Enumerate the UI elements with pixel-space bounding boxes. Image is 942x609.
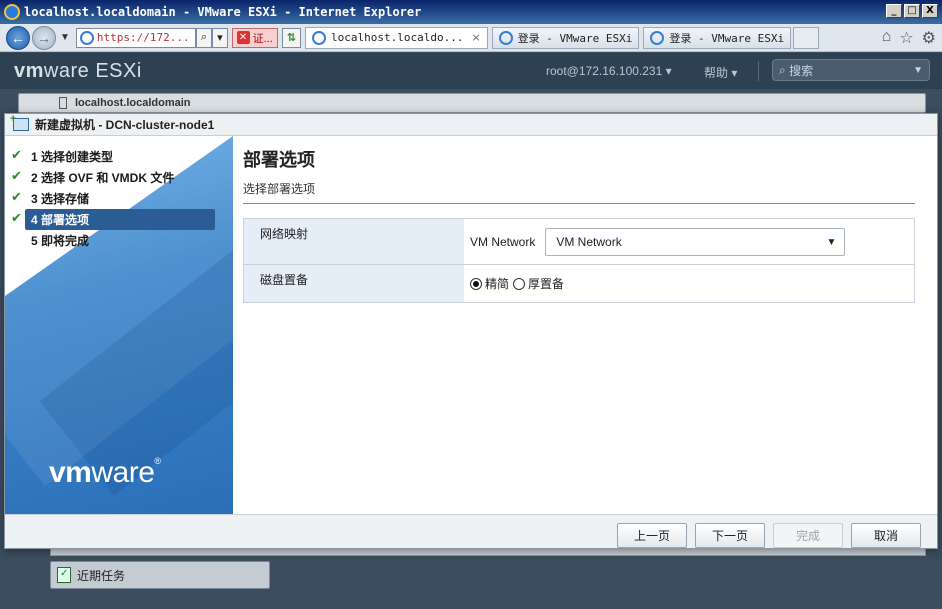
wizard-content-header: 部署选项 选择部署选项	[243, 146, 915, 204]
check-icon: ✔	[11, 189, 22, 204]
cancel-button[interactable]: 取消	[851, 523, 921, 548]
forward-arrow-icon[interactable]: →	[32, 25, 56, 50]
window-title: localhost.localdomain - VMware ESXi - In…	[24, 5, 422, 19]
certificate-label: 证...	[252, 32, 273, 45]
dialog-titlebar: 新建虚拟机 - DCN-cluster-node1	[5, 113, 937, 136]
tasks-clipboard-icon	[57, 567, 71, 583]
step-ready-to-complete[interactable]: 5 即将完成	[5, 230, 233, 251]
minimize-button[interactable]: _	[886, 4, 902, 18]
address-dropdown-icon[interactable]: ▾	[212, 27, 228, 48]
new-vm-wizard-dialog: 新建虚拟机 - DCN-cluster-node1 ✔ 1 选择创建类型 ✔ 2…	[4, 113, 938, 549]
certificate-error-button[interactable]: ✕ 证...	[231, 27, 278, 48]
dialog-title: 新建虚拟机 - DCN-cluster-node1	[35, 118, 215, 132]
help-menu[interactable]: 帮助 ▾	[704, 64, 737, 81]
esxi-search-input[interactable]: ⌕ 搜索 ▼	[772, 59, 930, 81]
recent-tasks-tab[interactable]: 近期任务	[50, 561, 270, 589]
window-controls: _ □ X	[886, 4, 938, 18]
tools-gear-icon[interactable]: ⚙	[922, 28, 936, 48]
error-icon: ✕	[236, 31, 250, 44]
tab-page-icon	[650, 30, 665, 45]
network-selected-value: VM Network	[556, 234, 622, 249]
disk-provisioning-value: 精简 厚置备	[464, 265, 914, 302]
home-icon[interactable]: ⌂	[882, 28, 892, 48]
wizard-steps: ✔ 1 选择创建类型 ✔ 2 选择 OVF 和 VMDK 文件 ✔ 3 选择存储…	[5, 146, 233, 251]
network-mapping-row: 网络映射 VM Network VM Network ▼	[244, 219, 914, 265]
check-icon: ✔	[11, 168, 22, 183]
host-name: localhost.localdomain	[75, 97, 191, 109]
search-dropdown-icon[interactable]: ▼	[913, 65, 923, 76]
page-icon	[79, 30, 94, 45]
tab-page-icon	[312, 30, 326, 45]
source-network-label: VM Network	[470, 234, 536, 249]
check-icon: ✔	[11, 147, 22, 162]
vmware-logo: vmware®	[49, 456, 161, 489]
tab-label: localhost.localdo...	[331, 31, 464, 44]
window-titlebar: localhost.localdomain - VMware ESXi - In…	[0, 0, 942, 24]
wizard-sidebar: ✔ 1 选择创建类型 ✔ 2 选择 OVF 和 VMDK 文件 ✔ 3 选择存储…	[5, 136, 233, 514]
address-bar[interactable]: https://172...	[75, 27, 196, 48]
tab-login-2[interactable]: 登录 - VMware ESXi	[643, 26, 792, 49]
address-text: https://172...	[96, 31, 190, 44]
refresh-icon[interactable]: ⇅	[281, 27, 301, 48]
disk-provisioning-label: 磁盘置备	[244, 265, 464, 302]
esxi-header: vmware ESXi root@172.16.100.231 ▾ 帮助 ▾ ⌕…	[0, 53, 942, 89]
page-subtitle: 选择部署选项	[243, 180, 915, 204]
ie-icon	[4, 4, 20, 20]
browser-toolbar: ← → ▼ https://172... ⌕ ▾ ✕ 证... ⇅ localh…	[0, 24, 942, 52]
search-address-icon[interactable]: ⌕	[195, 27, 213, 48]
close-window-button[interactable]: X	[922, 4, 938, 18]
step-select-storage[interactable]: ✔ 3 选择存储	[5, 188, 233, 209]
tab-label: 登录 - VMware ESXi	[517, 31, 633, 45]
network-mapping-label: 网络映射	[244, 219, 464, 264]
check-icon: ✔	[11, 210, 22, 225]
disk-provisioning-row: 磁盘置备 精简 厚置备	[244, 265, 914, 302]
header-divider	[758, 61, 759, 81]
network-select[interactable]: VM Network ▼	[545, 227, 846, 256]
thick-label: 厚置备	[528, 277, 565, 291]
favorites-star-icon[interactable]: ☆	[899, 28, 913, 48]
tab-login-1[interactable]: 登录 - VMware ESXi	[491, 26, 640, 49]
new-tab-button[interactable]	[793, 26, 820, 49]
thin-radio-option[interactable]: 精简	[470, 275, 509, 292]
browser-right-icons: ⌂ ☆ ⚙	[882, 28, 936, 48]
tab-localhost[interactable]: localhost.localdo... ×	[305, 26, 488, 49]
page-title: 部署选项	[243, 150, 315, 170]
tab-page-icon	[498, 30, 513, 45]
history-dropdown-icon[interactable]: ▼	[60, 32, 70, 43]
thin-label: 精简	[485, 277, 510, 291]
search-placeholder: 搜索	[789, 63, 814, 78]
new-vm-icon	[10, 113, 29, 131]
recent-tasks-label: 近期任务	[77, 568, 126, 583]
back-arrow-icon[interactable]: ←	[6, 25, 30, 50]
deployment-options-table: 网络映射 VM Network VM Network ▼ 磁盘置备 精简 厚置备	[243, 218, 915, 303]
step-deployment-options[interactable]: ✔ 4 部署选项	[11, 209, 215, 230]
maximize-button[interactable]: □	[904, 4, 920, 18]
tab-label: 登录 - VMware ESXi	[669, 31, 785, 45]
back-button[interactable]: 上一页	[617, 523, 687, 548]
network-mapping-value: VM Network VM Network ▼	[464, 219, 914, 264]
thin-radio[interactable]	[470, 277, 482, 290]
thick-radio[interactable]	[513, 277, 526, 290]
esxi-brand-logo: vmware ESXi	[14, 59, 142, 82]
user-menu[interactable]: root@172.16.100.231 ▾	[546, 64, 672, 78]
finish-button[interactable]: 完成	[773, 523, 843, 548]
thick-radio-option[interactable]: 厚置备	[513, 275, 564, 292]
host-icon	[59, 97, 67, 109]
dialog-footer: 上一页 下一页 完成 取消	[5, 514, 937, 548]
next-button[interactable]: 下一页	[695, 523, 765, 548]
dropdown-arrow-icon: ▼	[826, 236, 837, 248]
step-select-ovf-vmdk[interactable]: ✔ 2 选择 OVF 和 VMDK 文件	[5, 167, 233, 188]
host-bar: localhost.localdomain	[18, 93, 926, 113]
tab-close-icon[interactable]: ×	[471, 31, 480, 44]
search-icon: ⌕	[779, 62, 790, 77]
step-select-creation-type[interactable]: ✔ 1 选择创建类型	[5, 146, 233, 167]
